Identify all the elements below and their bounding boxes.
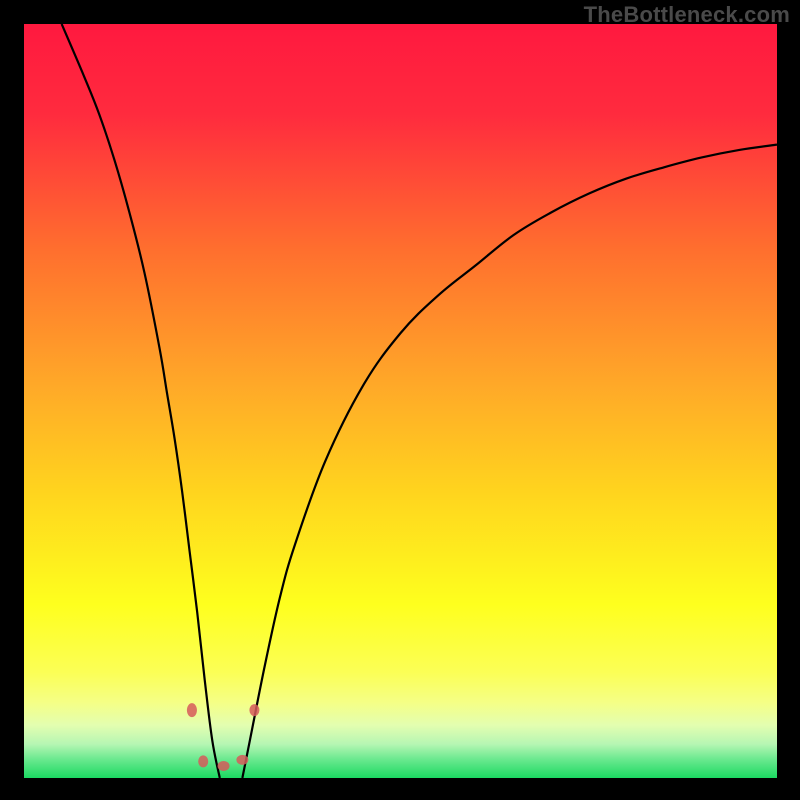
data-markers	[187, 703, 259, 771]
right-curve	[242, 145, 777, 778]
trough-marker	[218, 761, 230, 771]
trough-marker	[198, 755, 208, 767]
plot-area	[24, 24, 777, 778]
curve-layer	[24, 24, 777, 778]
trough-marker	[187, 703, 197, 717]
left-curve	[62, 24, 220, 778]
trough-marker	[236, 755, 248, 765]
chart-frame: TheBottleneck.com	[0, 0, 800, 800]
trough-marker	[249, 704, 259, 716]
watermark-text: TheBottleneck.com	[584, 2, 790, 28]
